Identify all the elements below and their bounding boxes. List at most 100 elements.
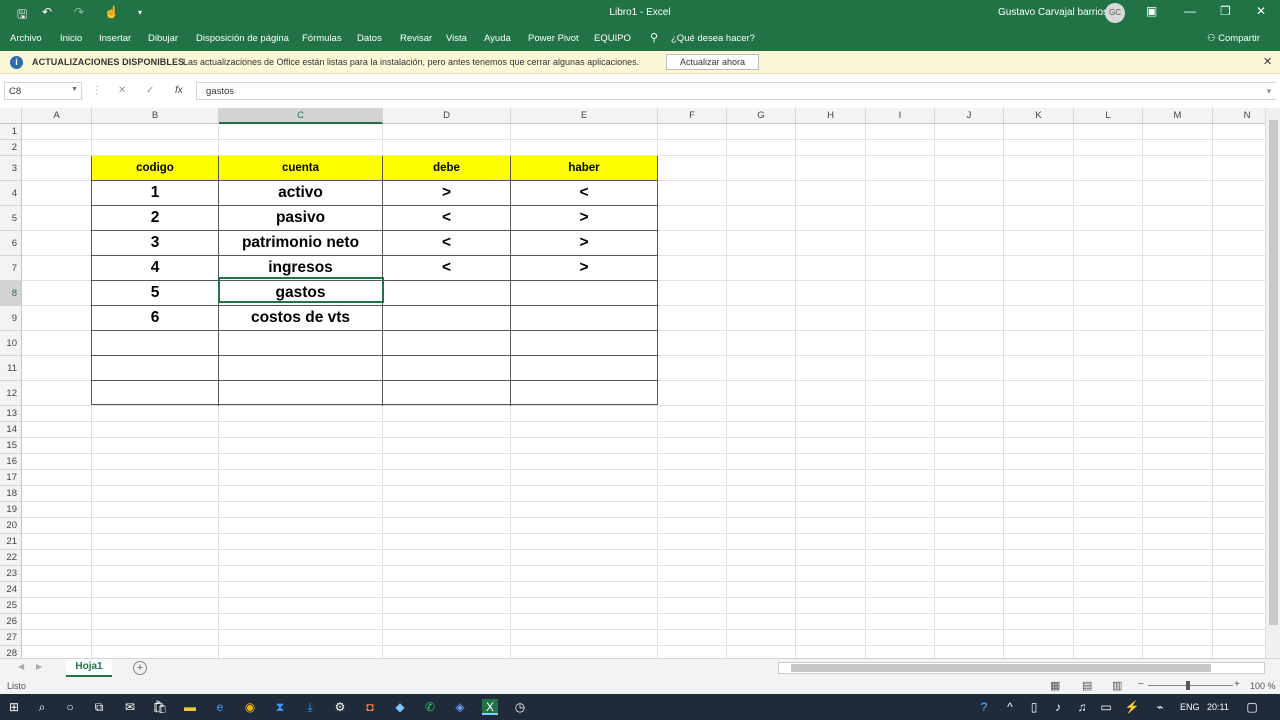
table-cell-haber[interactable] (511, 356, 657, 380)
tab-formulas[interactable]: Fórmulas (302, 33, 342, 44)
chevron-down-icon[interactable]: ▼ (1265, 87, 1273, 96)
zoom-in-icon[interactable]: + (1234, 679, 1240, 690)
close-icon[interactable]: ✕ (1256, 4, 1266, 18)
col-header-b[interactable]: B (92, 108, 219, 124)
table-cell-haber[interactable]: > (511, 206, 657, 230)
row-header[interactable]: 7 (0, 256, 22, 281)
col-header-n[interactable]: N (1213, 108, 1265, 124)
row-header[interactable]: 2 (0, 140, 22, 156)
tab-inicio[interactable]: Inicio (60, 33, 82, 44)
next-sheet-icon[interactable]: ▶ (36, 662, 42, 671)
zoom-out-icon[interactable]: − (1138, 679, 1144, 690)
row-header[interactable]: 5 (0, 206, 22, 231)
prev-sheet-icon[interactable]: ◀ (18, 662, 24, 671)
store-icon[interactable]: 🛍 (152, 699, 168, 715)
row-header[interactable]: 24 (0, 582, 22, 598)
zoom-slider-knob[interactable] (1186, 681, 1190, 690)
table-cell-cuenta[interactable]: costos de vts (219, 306, 382, 330)
volume-icon[interactable]: ♫ (1074, 699, 1090, 715)
row-header[interactable]: 9 (0, 306, 22, 331)
col-header-h[interactable]: H (796, 108, 866, 124)
cancel-icon[interactable]: ✕ (118, 85, 126, 96)
table-cell-codigo[interactable]: 4 (92, 256, 218, 280)
col-header-k[interactable]: K (1004, 108, 1074, 124)
action-center-icon[interactable]: ▢ (1244, 699, 1260, 715)
row-header[interactable]: 22 (0, 550, 22, 566)
spreadsheet-grid[interactable]: A B C D E F G H I J K L M N 1 2 3 4 5 6 7 8 9 10 1… (0, 108, 1265, 660)
table-cell-debe[interactable]: > (383, 181, 510, 205)
col-header-m[interactable]: M (1143, 108, 1213, 124)
table-cell-codigo[interactable] (92, 331, 218, 355)
formula-input[interactable]: gastos (196, 82, 1276, 100)
download-icon[interactable]: ⤓ (302, 699, 318, 715)
table-cell-haber[interactable] (511, 306, 657, 330)
select-all-corner[interactable] (0, 108, 22, 124)
app-icon[interactable]: ◘ (362, 699, 378, 715)
table-cell-haber[interactable] (511, 331, 657, 355)
name-box[interactable]: C8 ▼ (4, 82, 82, 100)
table-cell-codigo[interactable]: 3 (92, 231, 218, 255)
clock-app-icon[interactable]: ◷ (512, 699, 528, 715)
table-cell-codigo[interactable] (92, 381, 218, 405)
tab-equipo[interactable]: EQUIPO (594, 33, 631, 44)
table-cell-debe[interactable]: < (383, 231, 510, 255)
row-header[interactable]: 12 (0, 381, 22, 406)
table-cell-codigo[interactable]: 1 (92, 181, 218, 205)
table-header-haber[interactable]: haber (511, 156, 657, 180)
table-header-debe[interactable]: debe (383, 156, 510, 180)
zoom-slider[interactable] (1148, 685, 1233, 686)
table-cell-codigo[interactable]: 5 (92, 281, 218, 305)
active-cell-c8[interactable] (218, 277, 384, 303)
windows-start-icon[interactable]: ⊞ (6, 699, 22, 715)
col-header-e[interactable]: E (511, 108, 658, 124)
app-icon[interactable]: ◈ (452, 699, 468, 715)
tab-datos[interactable]: Datos (357, 33, 382, 44)
table-cell-haber[interactable]: < (511, 181, 657, 205)
edge-icon[interactable]: e (212, 699, 228, 715)
mail-icon[interactable]: ✉ (122, 699, 138, 715)
col-header-d[interactable]: D (383, 108, 511, 124)
table-cell-cuenta[interactable]: activo (219, 181, 382, 205)
row-header[interactable]: 15 (0, 438, 22, 454)
scroll-thumb[interactable] (1269, 120, 1278, 625)
user-name[interactable]: Gustavo Carvajal barrios (998, 7, 1108, 18)
notifications-chevron-icon[interactable]: ^ (1002, 699, 1018, 715)
table-cell-cuenta[interactable]: patrimonio neto (219, 231, 382, 255)
table-cell-haber[interactable] (511, 381, 657, 405)
table-cell-codigo[interactable]: 2 (92, 206, 218, 230)
horizontal-scrollbar[interactable] (778, 662, 1265, 674)
power-icon[interactable]: ⚡ (1124, 699, 1140, 715)
table-cell-codigo[interactable]: 6 (92, 306, 218, 330)
tab-archivo[interactable]: Archivo (10, 33, 42, 44)
col-header-a[interactable]: A (22, 108, 92, 124)
row-header[interactable]: 14 (0, 422, 22, 438)
zoom-level[interactable]: 100 % (1250, 681, 1276, 691)
table-cell-haber[interactable]: > (511, 256, 657, 280)
col-header-c[interactable]: C (219, 108, 383, 124)
row-header[interactable]: 3 (0, 156, 22, 181)
chrome-icon[interactable]: ◉ (242, 699, 258, 715)
vertical-scrollbar[interactable] (1265, 108, 1280, 658)
table-cell-debe[interactable] (383, 381, 510, 405)
search-icon[interactable]: ⌕ (34, 699, 50, 715)
microphone-icon[interactable]: ♪ (1050, 699, 1066, 715)
row-header[interactable]: 1 (0, 124, 22, 140)
device-icon[interactable]: ▯ (1026, 699, 1042, 715)
page-layout-icon[interactable]: ▤ (1082, 679, 1092, 692)
row-header[interactable]: 17 (0, 470, 22, 486)
row-header[interactable]: 26 (0, 614, 22, 630)
task-view-icon[interactable]: ⧉ (91, 699, 107, 715)
battery-icon[interactable]: ▭ (1098, 699, 1114, 715)
tab-ayuda[interactable]: Ayuda (484, 33, 511, 44)
table-cell-debe[interactable] (383, 356, 510, 380)
table-cell-haber[interactable] (511, 281, 657, 305)
settings-gear-icon[interactable]: ⚙ (332, 699, 348, 715)
table-cell-debe[interactable]: < (383, 206, 510, 230)
close-icon[interactable]: ✕ (1263, 55, 1272, 68)
col-header-i[interactable]: I (866, 108, 935, 124)
row-header[interactable]: 21 (0, 534, 22, 550)
table-cell-debe[interactable] (383, 306, 510, 330)
col-header-l[interactable]: L (1074, 108, 1143, 124)
table-cell-cuenta[interactable]: pasivo (219, 206, 382, 230)
table-cell-debe[interactable]: < (383, 256, 510, 280)
